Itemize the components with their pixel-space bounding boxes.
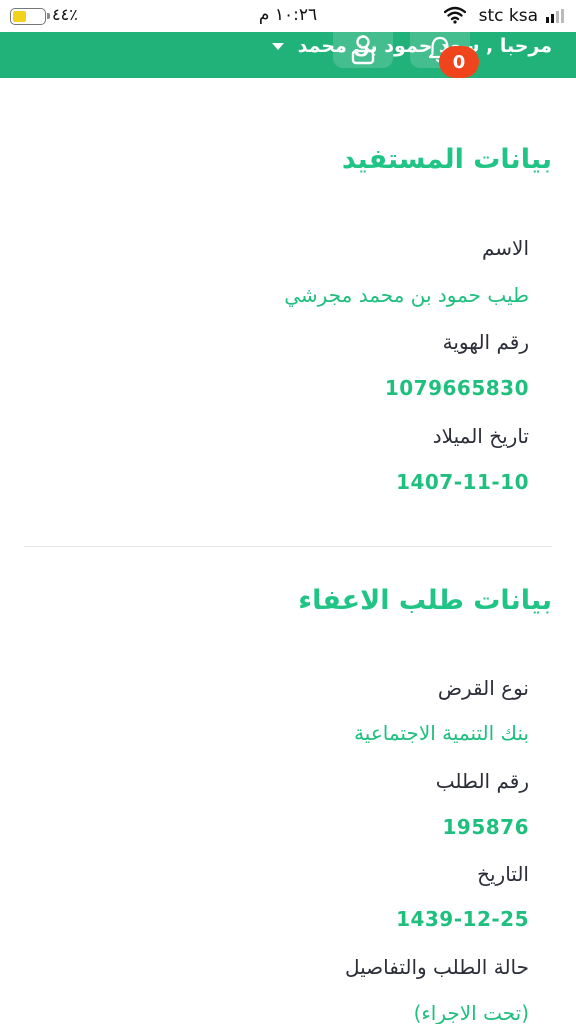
loan-type-value: بنك التنمية الاجتماعية xyxy=(354,721,529,745)
request-number-label: رقم الطلب xyxy=(435,769,529,793)
status-value[interactable]: (تحت الاجراء) xyxy=(414,1001,529,1024)
date-value: 1439-12-25 xyxy=(396,907,529,931)
request-number-value: 195876 xyxy=(442,815,529,839)
exemption-request-section: بيانات طلب الاعفاء نوع القرض بنك التنمية… xyxy=(0,0,576,1024)
date-label: التاريخ xyxy=(477,862,529,886)
status-label: حالة الطلب والتفاصيل xyxy=(344,955,529,979)
section-title-exemption-request: بيانات طلب الاعفاء xyxy=(298,585,552,616)
loan-type-label: نوع القرض xyxy=(437,676,529,700)
